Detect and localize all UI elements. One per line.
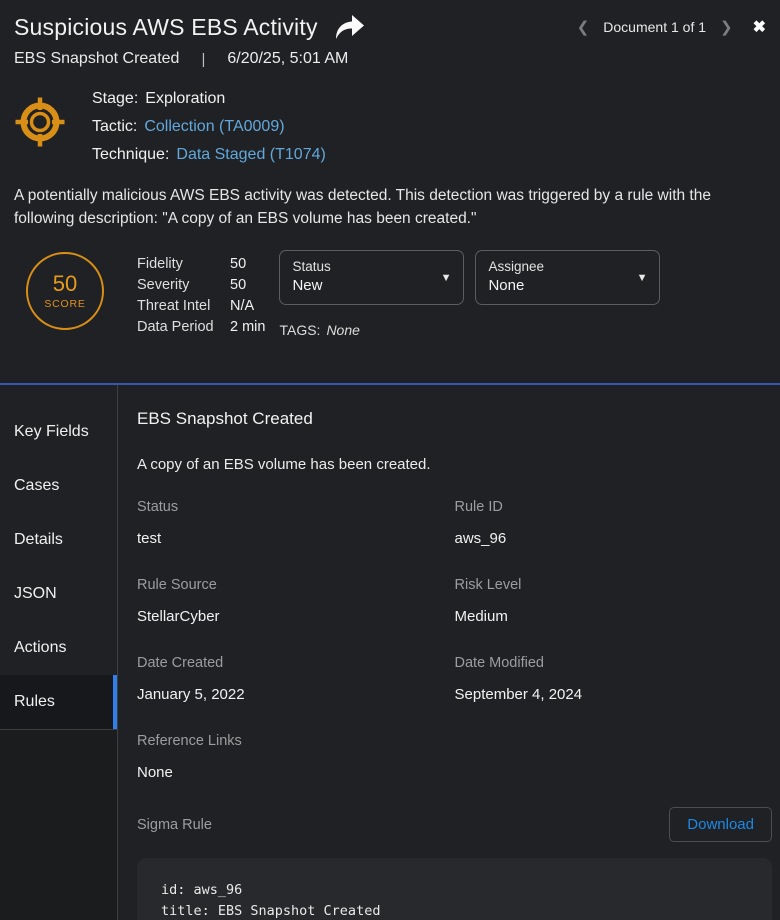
tactic-link[interactable]: Collection (TA0009) [144, 118, 284, 136]
assignee-dropdown[interactable]: Assignee None ▼ [475, 250, 660, 305]
rules-tab-content: EBS Snapshot Created A copy of an EBS vo… [118, 385, 780, 920]
metric-value: 50 [230, 275, 246, 296]
controls-column: Status New ▼ Assignee None ▼ TAGS: None [279, 250, 660, 338]
chevron-down-icon: ▼ [637, 272, 648, 284]
subtitle-separator: | [201, 51, 205, 68]
alert-detail-window: Suspicious AWS EBS Activity ❮ Document 1… [0, 0, 780, 920]
tab-json[interactable]: JSON [0, 567, 117, 621]
field-date-modified: Date Modified September 4, 2024 [455, 655, 773, 703]
assignee-dropdown-label: Assignee [488, 259, 633, 274]
metric-label: Data Period [137, 317, 230, 338]
tab-cases[interactable]: Cases [0, 459, 117, 513]
metrics-table: Fidelity 50 Severity 50 Threat Intel N/A… [137, 254, 265, 338]
field-date-created: Date Created January 5, 2022 [137, 655, 455, 703]
field-reference-links: Reference Links None [137, 733, 455, 781]
next-document-icon[interactable]: ❯ [720, 18, 733, 36]
rule-field-grid: Status test Rule ID aws_96 Rule Source S… [137, 499, 772, 781]
alert-type-label: EBS Snapshot Created [14, 50, 179, 68]
detail-tabs-sidebar: Key Fields Cases Details JSON Actions Ru… [0, 385, 118, 920]
tags-row: TAGS: None [279, 322, 660, 338]
score-label: SCORE [44, 298, 85, 310]
document-pager-label: Document 1 of 1 [603, 19, 706, 35]
tactic-line: Tactic: Collection (TA0009) [92, 118, 326, 136]
share-button[interactable] [332, 12, 366, 42]
alert-summary-panel: Suspicious AWS EBS Activity ❮ Document 1… [0, 0, 780, 338]
tab-actions[interactable]: Actions [0, 621, 117, 675]
tags-label: TAGS: [279, 322, 320, 338]
page-title: Suspicious AWS EBS Activity [14, 14, 318, 41]
title-row: Suspicious AWS EBS Activity ❮ Document 1… [14, 12, 766, 42]
tab-key-fields[interactable]: Key Fields [0, 405, 117, 459]
field-label: Date Created [137, 655, 455, 671]
stage-label: Stage: [92, 90, 138, 108]
field-value: Medium [455, 608, 773, 625]
prev-document-icon[interactable]: ❮ [577, 18, 590, 36]
status-dropdown[interactable]: Status New ▼ [279, 250, 464, 305]
rule-description: A copy of an EBS volume has been created… [137, 456, 772, 473]
field-value: None [137, 764, 455, 781]
technique-link[interactable]: Data Staged (T1074) [176, 146, 325, 164]
field-label: Status [137, 499, 455, 515]
target-stage-icon [14, 96, 66, 148]
status-dropdown-value: New [292, 277, 437, 294]
field-rule-id: Rule ID aws_96 [455, 499, 773, 547]
score-badge: 50 SCORE [26, 252, 104, 330]
sigma-rule-row: Sigma Rule Download [137, 807, 772, 842]
stage-line: Stage: Exploration [92, 90, 326, 108]
field-value: September 4, 2024 [455, 686, 773, 703]
sidebar-filler [0, 729, 117, 920]
tactic-label: Tactic: [92, 118, 137, 136]
close-icon[interactable]: ✖ [753, 17, 766, 37]
field-label: Rule Source [137, 577, 455, 593]
rule-title: EBS Snapshot Created [137, 409, 772, 429]
field-value: January 5, 2022 [137, 686, 455, 703]
field-label: Risk Level [455, 577, 773, 593]
metric-value: 2 min [230, 317, 265, 338]
metric-row-threat-intel: Threat Intel N/A [137, 296, 265, 317]
alert-timestamp: 6/20/25, 5:01 AM [227, 50, 348, 68]
sigma-rule-code: id: aws_96 title: EBS Snapshot Created d… [161, 880, 748, 920]
field-value: StellarCyber [137, 608, 455, 625]
subtitle-row: EBS Snapshot Created | 6/20/25, 5:01 AM [14, 50, 766, 68]
metric-label: Severity [137, 275, 230, 296]
metric-row-fidelity: Fidelity 50 [137, 254, 265, 275]
share-arrow-icon [332, 12, 366, 42]
field-value: aws_96 [455, 530, 773, 547]
sigma-rule-code-block: id: aws_96 title: EBS Snapshot Created d… [137, 858, 772, 920]
tags-value: None [326, 322, 359, 338]
kill-chain-lines: Stage: Exploration Tactic: Collection (T… [92, 90, 326, 164]
score-row: 50 SCORE Fidelity 50 Severity 50 Threat … [14, 246, 766, 338]
assignee-dropdown-value: None [488, 277, 633, 294]
field-label: Rule ID [455, 499, 773, 515]
field-rule-source: Rule Source StellarCyber [137, 577, 455, 625]
metric-label: Threat Intel [137, 296, 230, 317]
metric-row-severity: Severity 50 [137, 275, 265, 296]
field-risk-level: Risk Level Medium [455, 577, 773, 625]
tab-details[interactable]: Details [0, 513, 117, 567]
metric-value: N/A [230, 296, 254, 317]
detail-tabs-area: Key Fields Cases Details JSON Actions Ru… [0, 383, 780, 920]
sigma-rule-label: Sigma Rule [137, 817, 212, 833]
field-label: Reference Links [137, 733, 455, 749]
field-status: Status test [137, 499, 455, 547]
kill-chain-block: Stage: Exploration Tactic: Collection (T… [14, 90, 766, 164]
chevron-down-icon: ▼ [441, 272, 452, 284]
metric-value: 50 [230, 254, 246, 275]
field-label: Date Modified [455, 655, 773, 671]
stage-value: Exploration [145, 90, 225, 108]
document-pager: ❮ Document 1 of 1 ❯ [577, 18, 733, 36]
download-button[interactable]: Download [669, 807, 772, 842]
status-dropdown-label: Status [292, 259, 437, 274]
score-value: 50 [53, 272, 77, 296]
alert-description: A potentially malicious AWS EBS activity… [14, 184, 766, 230]
technique-line: Technique: Data Staged (T1074) [92, 146, 326, 164]
metric-label: Fidelity [137, 254, 230, 275]
dropdown-row: Status New ▼ Assignee None ▼ [279, 250, 660, 305]
field-value: test [137, 530, 455, 547]
technique-label: Technique: [92, 146, 169, 164]
tab-rules[interactable]: Rules [0, 675, 117, 729]
metric-row-data-period: Data Period 2 min [137, 317, 265, 338]
